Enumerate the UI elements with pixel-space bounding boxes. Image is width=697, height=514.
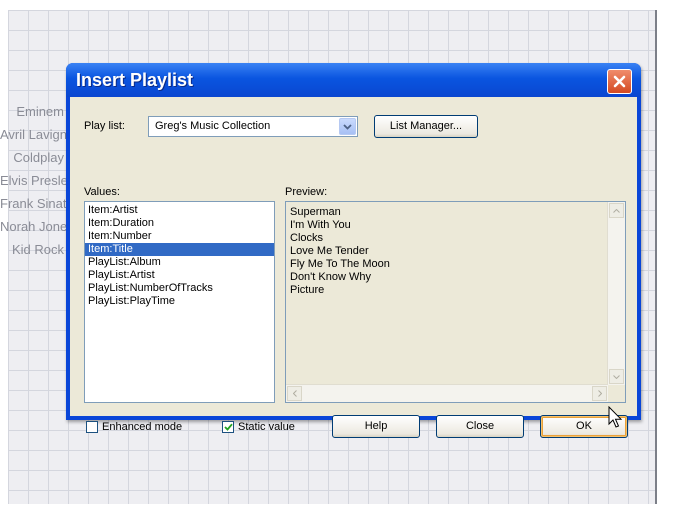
background-artist-item[interactable]: Eminem: [0, 100, 66, 123]
title-bar[interactable]: Insert Playlist: [66, 63, 641, 97]
preview-line: Picture: [290, 284, 325, 296]
preview-box[interactable]: Superman I'm With You Clocks Love Me Ten…: [285, 201, 626, 403]
check-icon: [223, 423, 233, 431]
help-button[interactable]: Help: [332, 415, 420, 438]
background-artist-item[interactable]: Kid Rock: [0, 238, 66, 261]
close-window-button[interactable]: [607, 69, 632, 94]
preview-line: Love Me Tender: [290, 245, 369, 257]
scroll-right-button[interactable]: [592, 386, 607, 401]
mouse-pointer-icon: [608, 406, 623, 428]
list-manager-button[interactable]: List Manager...: [374, 115, 478, 138]
preview-label: Preview:: [285, 186, 328, 198]
close-icon: [613, 75, 626, 88]
values-list-item[interactable]: PlayList:NumberOfTracks: [85, 282, 274, 295]
values-list-item[interactable]: Item:Duration: [85, 217, 274, 230]
scroll-down-button[interactable]: [609, 369, 624, 384]
preview-line: Don't Know Why: [290, 271, 371, 283]
scroll-up-button[interactable]: [609, 203, 624, 218]
close-button[interactable]: Close: [436, 415, 524, 438]
enhanced-mode-label: Enhanced mode: [102, 421, 183, 433]
enhanced-mode-checkbox[interactable]: [86, 421, 98, 433]
values-list-item[interactable]: Item:Artist: [85, 204, 274, 217]
scrollbar-corner: [608, 385, 625, 402]
preview-horizontal-scrollbar[interactable]: [286, 384, 608, 402]
playlist-select[interactable]: Greg's Music Collection: [148, 116, 358, 137]
dialog-title: Insert Playlist: [76, 70, 194, 90]
background-artist-item[interactable]: Elvis Presley: [0, 169, 66, 192]
static-value-option[interactable]: Static value: [222, 421, 295, 433]
scroll-down-icon: [613, 374, 620, 379]
background-artist-item[interactable]: Frank Sinatra: [0, 192, 66, 215]
values-list-item[interactable]: PlayList:Album: [85, 256, 274, 269]
static-value-checkbox[interactable]: [222, 421, 234, 433]
playlist-dropdown-button[interactable]: [339, 118, 356, 135]
playlist-label: Play list:: [84, 120, 125, 132]
preview-line: I'm With You: [290, 219, 351, 231]
insert-playlist-dialog: Insert Playlist Play list: Greg's Music …: [66, 63, 641, 438]
scroll-left-button[interactable]: [287, 386, 302, 401]
background-artist-item[interactable]: Norah Jones: [0, 215, 66, 238]
preview-vertical-scrollbar[interactable]: [607, 202, 625, 385]
enhanced-mode-option[interactable]: Enhanced mode: [86, 421, 182, 433]
scroll-left-icon: [292, 390, 297, 397]
canvas-border: [655, 10, 657, 504]
preview-line: Superman: [290, 206, 341, 218]
values-label: Values:: [84, 186, 120, 198]
chevron-down-icon: [343, 123, 352, 130]
values-list-item[interactable]: PlayList:Artist: [85, 269, 274, 282]
values-list-item[interactable]: PlayList:PlayTime: [85, 295, 274, 308]
playlist-select-value: Greg's Music Collection: [155, 120, 271, 132]
background-artist-item[interactable]: Avril Lavigne: [0, 123, 66, 146]
values-list-item[interactable]: Item:Number: [85, 230, 274, 243]
static-value-label: Static value: [238, 421, 295, 433]
values-list[interactable]: Item:Artist Item:Duration Item:Number It…: [84, 201, 275, 403]
scroll-up-icon: [613, 208, 620, 213]
scroll-right-icon: [597, 390, 602, 397]
preview-line: Clocks: [290, 232, 324, 244]
dialog-body: Play list: Greg's Music Collection List …: [70, 97, 637, 438]
preview-line: Fly Me To The Moon: [290, 258, 390, 270]
background-artist-list: Eminem Avril Lavigne Coldplay Elvis Pres…: [0, 100, 66, 261]
preview-lines: Superman I'm With You Clocks Love Me Ten…: [290, 206, 390, 297]
background-artist-item[interactable]: Coldplay: [0, 146, 66, 169]
values-list-item-selected[interactable]: Item:Title: [85, 243, 274, 256]
